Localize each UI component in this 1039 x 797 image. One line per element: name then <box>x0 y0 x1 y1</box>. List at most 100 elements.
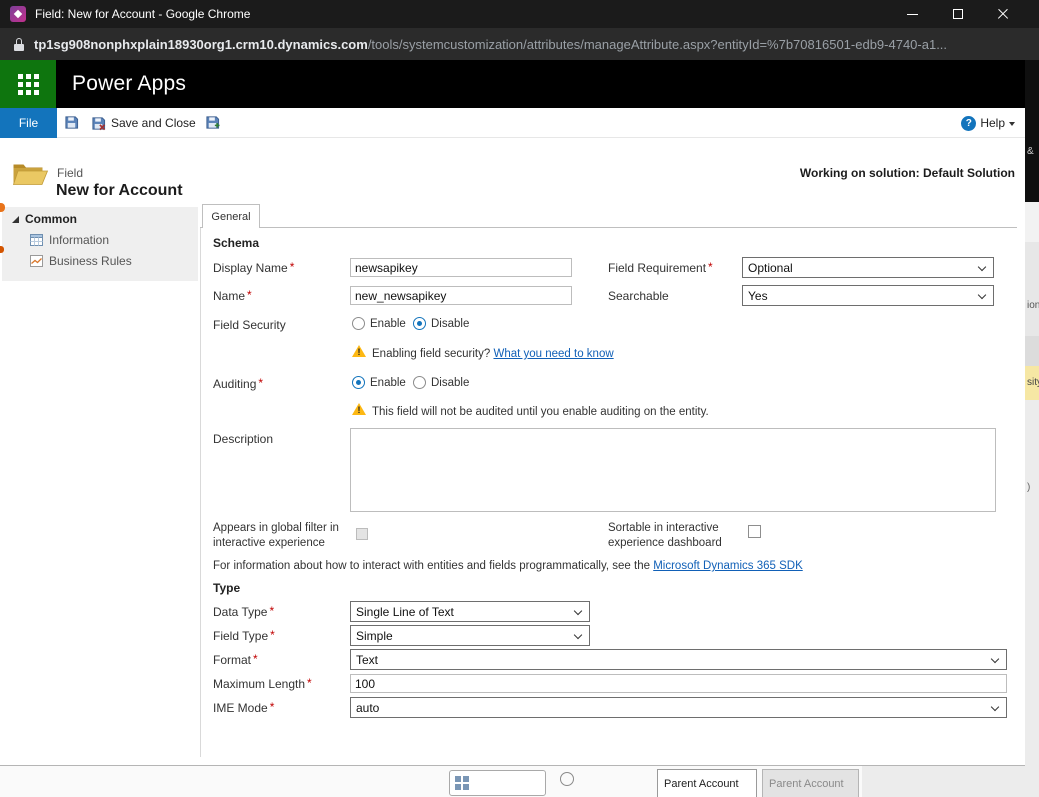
format-select[interactable]: Text <box>350 649 1007 670</box>
close-button[interactable] <box>980 0 1025 28</box>
window-titlebar: Field: New for Account - Google Chrome <box>0 0 1025 28</box>
display-name-input[interactable] <box>350 258 572 277</box>
required-marker: * <box>270 628 275 642</box>
background-fragment-text: & <box>1027 146 1034 157</box>
app-title: Power Apps <box>72 72 187 95</box>
auditing-warning: This field will not be audited until you… <box>372 406 709 418</box>
minimize-icon <box>907 13 918 15</box>
field-security-enable-label: Enable <box>370 318 406 330</box>
data-type-select[interactable]: Single Line of Text <box>350 601 590 622</box>
chevron-down-icon <box>990 654 1000 664</box>
sidebar-item-business-rules[interactable]: Business Rules <box>30 254 198 268</box>
url-domain: tp1sg908nonphxplain18930org1.crm10.dynam… <box>34 36 368 52</box>
waffle-menu-button[interactable] <box>0 60 56 108</box>
auditing-disable-radio[interactable] <box>413 376 426 389</box>
maximize-button[interactable] <box>935 0 980 28</box>
page-favicon <box>10 6 26 22</box>
warning-icon: ! <box>352 345 367 358</box>
save-and-close-button[interactable]: Save and Close <box>91 108 196 138</box>
maximum-length-input[interactable] <box>350 674 1007 693</box>
description-textarea[interactable] <box>350 428 996 512</box>
minimize-button[interactable] <box>890 0 935 28</box>
background-fragment-parent-account: Parent Account <box>762 769 859 797</box>
field-security-disable-radio[interactable] <box>413 317 426 330</box>
field-security-disable-label: Disable <box>431 318 470 330</box>
sidebar-item-label: Information <box>49 233 110 247</box>
browser-address-bar[interactable]: tp1sg908nonphxplain18930org1.crm10.dynam… <box>0 28 1025 60</box>
sidebar-item-information[interactable]: Information <box>30 233 198 247</box>
auditing-label: Auditing * <box>213 376 264 391</box>
name-input[interactable] <box>350 286 572 305</box>
file-menu[interactable]: File <box>0 108 57 138</box>
sidebar-group-label: Common <box>25 212 77 226</box>
help-icon: ? <box>961 115 977 131</box>
searchable-select[interactable]: Yes <box>742 285 994 306</box>
background-fragment-text: ion <box>1027 300 1039 311</box>
window-title: Field: New for Account - Google Chrome <box>35 7 251 21</box>
maximize-icon <box>952 9 963 19</box>
background-fragment-parent-account: Parent Account <box>657 769 757 797</box>
type-section-title: Type <box>213 581 241 595</box>
field-requirement-select[interactable]: Optional <box>742 257 994 278</box>
required-marker: * <box>269 700 275 714</box>
save-and-close-icon <box>92 116 106 130</box>
record-type-label: Field <box>57 166 84 180</box>
sortable-label: Sortable in interactive experience dashb… <box>608 522 722 549</box>
global-filter-label: Appears in global filter in interactive … <box>213 522 339 549</box>
save-and-new-button[interactable] <box>205 115 220 135</box>
help-label: Help <box>980 116 1005 130</box>
business-rules-icon <box>30 255 43 267</box>
chevron-down-icon <box>977 262 987 272</box>
field-security-label: Field Security <box>213 318 286 332</box>
page-title: New for Account <box>56 182 183 199</box>
collapse-icon <box>12 215 19 223</box>
field-security-help-link[interactable]: What you need to know <box>493 348 613 360</box>
schema-section-title: Schema <box>213 236 260 250</box>
close-icon <box>996 7 1010 21</box>
warning-icon: ! <box>352 403 367 416</box>
name-label: Name * <box>213 288 252 303</box>
sidebar-group-common[interactable]: Common <box>2 207 198 226</box>
save-icon <box>65 116 79 129</box>
required-marker: * <box>247 288 252 302</box>
field-security-enable-radio[interactable] <box>352 317 365 330</box>
caret-down-icon <box>1009 121 1015 126</box>
chevron-down-icon <box>573 630 583 640</box>
window-controls <box>890 0 1025 28</box>
url-path: /tools/systemcustomization/attributes/ma… <box>367 36 948 52</box>
working-solution-label: Working on solution: Default Solution <box>799 166 1015 180</box>
auditing-enable-label: Enable <box>370 377 406 389</box>
background-fragment-box <box>449 770 546 796</box>
required-marker: * <box>269 604 275 618</box>
sortable-checkbox[interactable] <box>748 525 761 538</box>
page-url: tp1sg908nonphxplain18930org1.crm10.dynam… <box>34 37 947 52</box>
help-menu[interactable]: ? Help <box>961 108 1015 138</box>
chevron-down-icon <box>573 606 583 616</box>
required-marker: * <box>258 376 264 390</box>
ime-mode-select[interactable]: auto <box>350 697 1007 718</box>
tab-general[interactable]: General <box>202 204 260 228</box>
ime-mode-label: IME Mode * <box>213 700 275 715</box>
background-fragment-text: sity <box>1027 377 1039 388</box>
auditing-disable-label: Disable <box>431 377 470 389</box>
save-button[interactable] <box>64 115 79 135</box>
sidebar: Common Information Business Rules <box>2 207 198 281</box>
description-label: Description <box>213 432 274 446</box>
auditing-enable-radio[interactable] <box>352 376 365 389</box>
sidebar-item-label: Business Rules <box>49 254 132 268</box>
information-icon <box>30 234 43 246</box>
app-header: Power Apps <box>0 60 1025 108</box>
background-fragment-circle <box>560 772 574 786</box>
background-window-bottom: Parent Account Parent Account <box>0 765 1025 797</box>
sdk-link[interactable]: Microsoft Dynamics 365 SDK <box>653 560 803 572</box>
field-security-warning: Enabling field security? What you need t… <box>372 348 614 360</box>
browser-window: Field: New for Account - Google Chrome t… <box>0 0 1025 765</box>
maximum-length-label: Maximum Length * <box>213 676 312 691</box>
grid-icon <box>455 776 469 790</box>
field-type-select[interactable]: Simple <box>350 625 590 646</box>
chevron-down-icon <box>977 290 987 300</box>
command-bar: File Save and Close ? Help <box>0 108 1025 138</box>
lock-icon[interactable] <box>14 37 24 51</box>
required-marker: * <box>307 676 312 690</box>
required-marker: * <box>289 260 295 274</box>
